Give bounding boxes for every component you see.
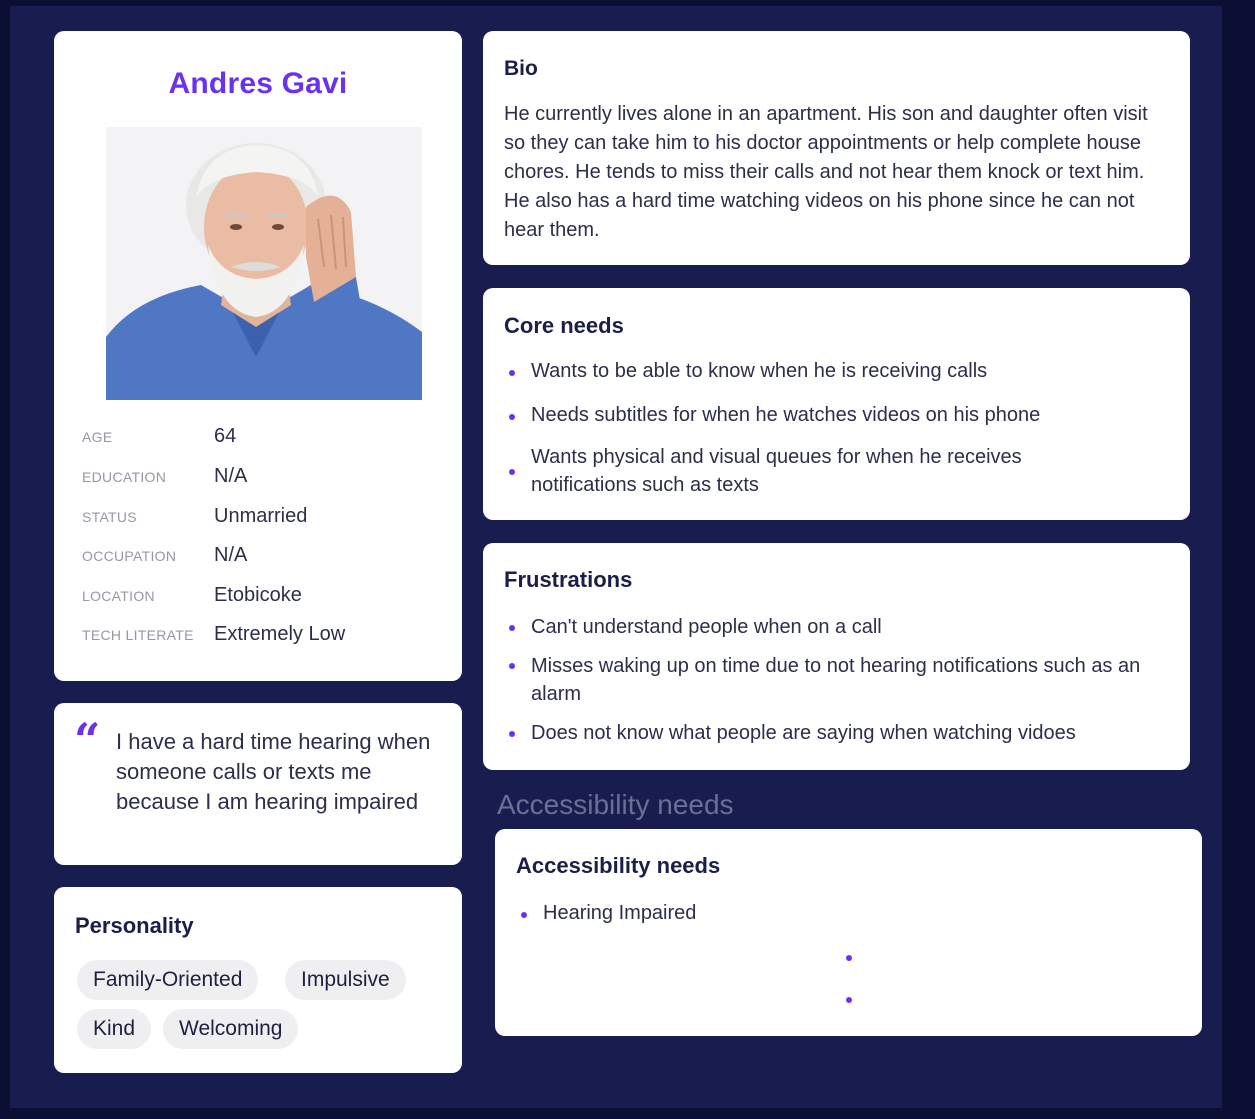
accessibility-card: Accessibility needs Hearing Impaired <box>495 829 1202 1036</box>
attribute-label: EDUCATION <box>82 469 167 485</box>
bullet-icon <box>846 955 852 961</box>
attribute-label: LOCATION <box>82 588 155 604</box>
personality-tag: Welcoming <box>163 1009 299 1049</box>
attribute-label: AGE <box>82 429 113 445</box>
bullet-icon <box>521 912 527 918</box>
core-needs-card: Core needs Wants to be able to know when… <box>483 288 1190 520</box>
persona-name: Andres Gavi <box>168 67 348 100</box>
attribute-status: STATUS Unmarried <box>82 505 442 529</box>
personality-tag: Family-Oriented <box>77 960 259 1000</box>
frustrations-title: Frustrations <box>504 567 633 592</box>
bio-card: Bio He currently lives alone in an apart… <box>483 31 1190 265</box>
personality-title: Personality <box>75 913 194 938</box>
bullet-icon <box>509 625 515 631</box>
attribute-tech-literate: TECH LITERATE Extremely Low <box>82 623 442 647</box>
list-item: Wants physical and visual queues for whe… <box>531 446 1022 496</box>
personality-tag: Impulsive <box>285 960 406 1000</box>
attribute-location: LOCATION Etobicoke <box>82 584 442 608</box>
bio-title: Bio <box>504 57 538 80</box>
bullet-icon <box>509 370 515 376</box>
personality-tag: Kind <box>77 1009 152 1049</box>
attribute-value: Extremely Low <box>214 623 346 645</box>
list-item: Wants to be able to know when he is rece… <box>531 360 988 382</box>
list-item: Needs subtitles for when he watches vide… <box>531 404 1041 426</box>
accessibility-title: Accessibility needs <box>516 853 721 878</box>
attribute-value: N/A <box>214 544 248 566</box>
frustrations-card: Frustrations Can't understand people whe… <box>483 543 1190 770</box>
attribute-value: 64 <box>214 425 237 447</box>
attribute-label: STATUS <box>82 509 137 525</box>
quote-icon: “ <box>74 713 101 767</box>
bullet-icon <box>509 414 515 420</box>
attribute-value: Etobicoke <box>214 584 302 606</box>
attribute-value: N/A <box>214 465 248 487</box>
attribute-age: AGE 64 <box>82 425 442 449</box>
attribute-label: OCCUPATION <box>82 548 177 564</box>
quote-card: “ I have a hard time hearing when someon… <box>54 703 462 865</box>
bio-text: He currently lives alone in an apartment… <box>504 103 1148 241</box>
profile-card: Andres Gavi AGE 64 EDUCATION N/A STATUS … <box>54 31 462 681</box>
core-needs-title: Core needs <box>504 313 624 338</box>
bullet-icon <box>509 469 515 475</box>
quote-text: I have a hard time hearing when someone … <box>116 729 431 814</box>
list-item: Does not know what people are saying whe… <box>531 722 1076 744</box>
persona-photo <box>106 127 422 400</box>
attribute-value: Unmarried <box>214 505 308 527</box>
attribute-occupation: OCCUPATION N/A <box>82 544 442 568</box>
bullet-icon <box>846 997 852 1003</box>
attribute-label: TECH LITERATE <box>82 627 194 643</box>
personality-card: Personality Family-Oriented Impulsive Ki… <box>54 887 462 1073</box>
attribute-education: EDUCATION N/A <box>82 465 442 489</box>
list-item: Can't understand people when on a call <box>531 616 882 638</box>
bullet-icon <box>509 663 515 669</box>
list-item: Hearing Impaired <box>543 902 697 924</box>
list-item: Misses waking up on time due to not hear… <box>531 655 1141 705</box>
bullet-icon <box>509 731 515 737</box>
accessibility-section-label: Accessibility needs <box>497 789 734 820</box>
